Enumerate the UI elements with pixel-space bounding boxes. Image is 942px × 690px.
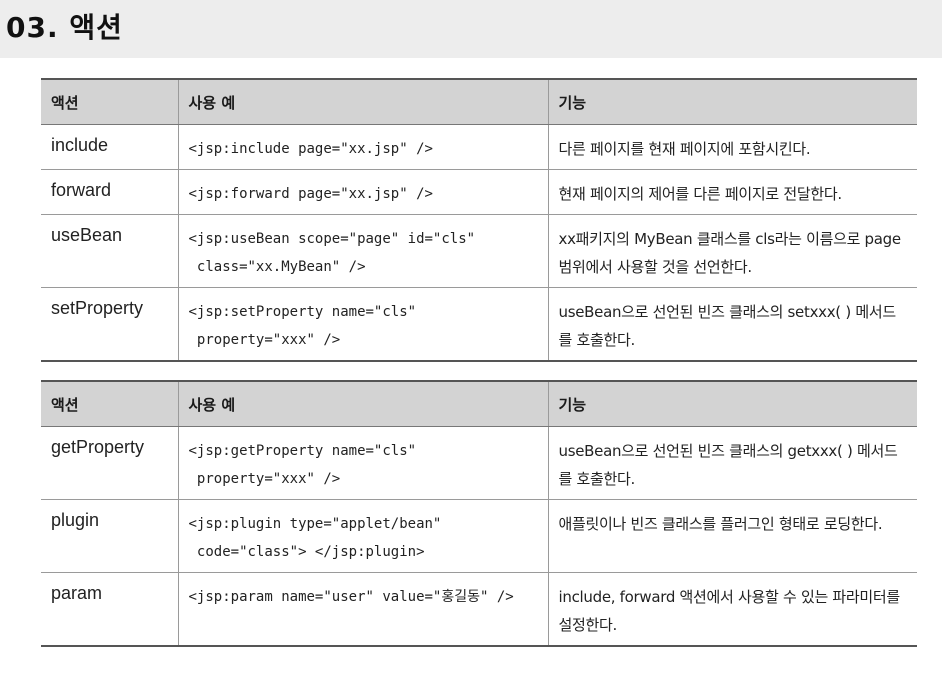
action-description: 애플릿이나 빈즈 클래스를 플러그인 형태로 로딩한다. (547, 499, 917, 573)
header-action: 액션 (41, 78, 178, 125)
header-function: 기능 (547, 380, 917, 427)
table-row: plugin <jsp:plugin type="applet/bean" co… (41, 499, 917, 573)
usage-example: <jsp:useBean scope="page" id="cls" class… (177, 214, 548, 288)
header-function: 기능 (547, 78, 917, 125)
action-name: plugin (41, 499, 178, 573)
action-name: param (41, 572, 178, 647)
usage-example: <jsp:getProperty name="cls" property="xx… (177, 426, 548, 500)
header-example: 사용 예 (177, 380, 548, 427)
section-title: 03. 액션 (6, 11, 123, 44)
table-row: include <jsp:include page="xx.jsp" /> 다른… (41, 124, 917, 170)
action-name: include (41, 124, 178, 170)
action-description: useBean으로 선언된 빈즈 클래스의 getxxx( ) 메서드를 호출한… (547, 426, 917, 500)
usage-example: <jsp:forward page="xx.jsp" /> (177, 169, 548, 215)
action-description: 다른 페이지를 현재 페이지에 포함시킨다. (547, 124, 917, 170)
action-description: 현재 페이지의 제어를 다른 페이지로 전달한다. (547, 169, 917, 215)
header-example: 사용 예 (177, 78, 548, 125)
action-name: useBean (41, 214, 178, 288)
table-row: setProperty <jsp:setProperty name="cls" … (41, 287, 917, 362)
action-name: setProperty (41, 287, 178, 362)
usage-example: <jsp:setProperty name="cls" property="xx… (177, 287, 548, 362)
usage-example: <jsp:include page="xx.jsp" /> (177, 124, 548, 170)
table-header-row: 액션 사용 예 기능 (41, 78, 917, 125)
header-action: 액션 (41, 380, 178, 427)
table-row: param <jsp:param name="user" value="홍길동"… (41, 572, 917, 647)
action-name: forward (41, 169, 178, 215)
table-header-row: 액션 사용 예 기능 (41, 380, 917, 427)
action-name: getProperty (41, 426, 178, 500)
actions-table-2: 액션 사용 예 기능 getProperty <jsp:getProperty … (41, 380, 917, 647)
action-description: useBean으로 선언된 빈즈 클래스의 setxxx( ) 메서드를 호출한… (547, 287, 917, 362)
table-row: forward <jsp:forward page="xx.jsp" /> 현재… (41, 169, 917, 215)
table-row: getProperty <jsp:getProperty name="cls" … (41, 426, 917, 500)
section-header: 03. 액션 (0, 0, 942, 58)
table-row: useBean <jsp:useBean scope="page" id="cl… (41, 214, 917, 288)
actions-table-1: 액션 사용 예 기능 include <jsp:include page="xx… (41, 78, 917, 362)
usage-example: <jsp:param name="user" value="홍길동" /> (177, 572, 548, 647)
usage-example: <jsp:plugin type="applet/bean" code="cla… (177, 499, 548, 573)
action-description: include, forward 액션에서 사용할 수 있는 파라미터를 설정한… (547, 572, 917, 647)
action-description: xx패키지의 MyBean 클래스를 cls라는 이름으로 page 범위에서 … (547, 214, 917, 288)
